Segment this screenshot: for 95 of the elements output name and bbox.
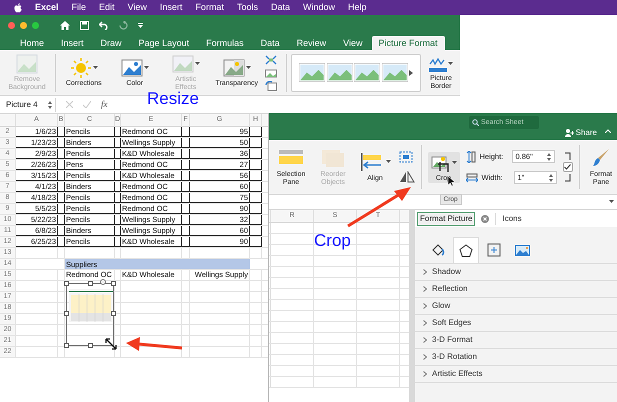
layers-icon xyxy=(320,148,346,168)
arrow xyxy=(347,187,411,228)
ribbon-tab[interactable]: Draw xyxy=(92,36,130,50)
caret-icon xyxy=(386,160,391,164)
resize-handle[interactable] xyxy=(64,311,69,316)
format-section[interactable]: 3-D Rotation xyxy=(415,349,617,366)
function-button[interactable]: fx xyxy=(101,98,108,112)
menu-item[interactable]: Edit xyxy=(99,0,115,14)
close-icon[interactable] xyxy=(481,214,490,222)
chevron-icon xyxy=(423,337,427,343)
height-icon xyxy=(466,150,476,162)
resize-handle[interactable] xyxy=(88,343,93,348)
format-section[interactable]: Reflection xyxy=(415,281,617,298)
format-section[interactable]: Artistic Effects xyxy=(415,366,617,383)
resize-cursor-icon xyxy=(105,338,117,350)
annotation-label: Crop xyxy=(314,231,351,251)
arrow xyxy=(126,337,182,351)
ribbon-tab[interactable]: Review xyxy=(288,36,334,50)
menu-item[interactable]: Tools xyxy=(236,0,258,14)
menu-item[interactable]: Insert xyxy=(160,0,182,14)
format-section[interactable]: Soft Edges xyxy=(415,315,617,332)
check-icon xyxy=(564,164,571,170)
picture-icon xyxy=(514,244,530,256)
lock-aspect-checkbox[interactable] xyxy=(562,162,572,172)
ribbon-tab[interactable]: Data xyxy=(252,36,288,50)
change-picture-icon[interactable] xyxy=(264,68,277,78)
chevron-icon xyxy=(423,269,427,275)
reset-picture-icon[interactable] xyxy=(264,80,277,90)
format-section[interactable]: Glow xyxy=(415,298,617,315)
menu-item[interactable]: Format xyxy=(195,0,224,14)
picture-icon xyxy=(172,54,194,74)
ribbon-tab[interactable]: Formulas xyxy=(198,36,252,50)
chevron-icon xyxy=(423,371,427,377)
pentagon-icon xyxy=(459,244,473,257)
stepper-icon xyxy=(546,152,550,160)
caret-icon xyxy=(246,66,251,70)
minimize-button[interactable] xyxy=(20,22,27,28)
resize-handle[interactable] xyxy=(111,281,116,286)
width-icon xyxy=(466,172,478,182)
resize-handle[interactable] xyxy=(88,281,93,286)
crop-icon xyxy=(430,154,450,172)
rotate-handle[interactable] xyxy=(100,279,106,285)
caret-icon xyxy=(194,62,200,66)
caret-icon xyxy=(452,160,456,164)
share-button[interactable]: Share xyxy=(564,127,597,139)
menu-item[interactable]: Data xyxy=(270,0,290,14)
collapse-icon[interactable] xyxy=(605,129,611,133)
ribbon-tab[interactable]: Picture Format xyxy=(372,36,445,50)
resize-handle[interactable] xyxy=(64,343,69,348)
bracket-icon xyxy=(564,174,570,182)
search-icon xyxy=(472,119,479,126)
ribbon-tab[interactable]: Insert xyxy=(53,36,92,50)
caret-icon xyxy=(92,66,98,70)
compress-icon[interactable] xyxy=(264,54,277,64)
home-icon[interactable] xyxy=(60,20,70,30)
ribbon-tab[interactable]: Page Layout xyxy=(130,36,198,50)
apple-icon xyxy=(14,2,22,12)
ribbon-tab[interactable]: Home xyxy=(12,36,52,50)
menu-item[interactable]: View xyxy=(128,0,147,14)
save-icon[interactable] xyxy=(80,20,89,30)
picture-icon xyxy=(16,54,38,74)
stepper-icon xyxy=(48,100,52,108)
name-box[interactable]: Picture 4 xyxy=(2,98,56,112)
picture-icon xyxy=(222,58,245,78)
menu-item[interactable]: Help xyxy=(348,0,367,14)
caret-icon xyxy=(144,66,149,70)
ribbon-tab[interactable]: View xyxy=(335,36,370,50)
size-icon xyxy=(487,243,501,257)
expand-icon xyxy=(609,200,614,204)
chevron-icon xyxy=(423,303,427,309)
undo-icon[interactable] xyxy=(99,20,109,30)
resize-handle[interactable] xyxy=(111,311,116,316)
panel-tab[interactable]: Icons xyxy=(495,212,524,224)
menu-item[interactable]: File xyxy=(72,0,86,14)
bracket-icon xyxy=(564,152,570,160)
paintbrush-icon xyxy=(592,148,610,168)
paint-bucket-icon xyxy=(431,243,445,257)
menu-item[interactable]: Window xyxy=(302,0,335,14)
sun-icon xyxy=(70,58,92,78)
chevron-icon xyxy=(423,320,427,326)
panel-tab[interactable]: Format Picture xyxy=(417,212,476,226)
add-person-icon xyxy=(564,129,574,137)
format-category-tab[interactable] xyxy=(453,237,479,263)
resize-handle[interactable] xyxy=(64,281,69,286)
picture-icon xyxy=(120,58,143,78)
chevron-icon xyxy=(423,286,427,292)
format-section[interactable]: 3-D Format xyxy=(415,332,617,349)
customize-icon[interactable] xyxy=(138,22,143,28)
annotation-label: Resize xyxy=(147,89,199,109)
caret-icon xyxy=(448,62,453,66)
stepper-icon xyxy=(548,174,552,182)
format-section[interactable]: Shadow xyxy=(415,264,617,281)
app-menu[interactable]: Excel xyxy=(35,0,59,14)
chevron-icon xyxy=(423,354,427,360)
group-icon[interactable] xyxy=(399,151,415,163)
